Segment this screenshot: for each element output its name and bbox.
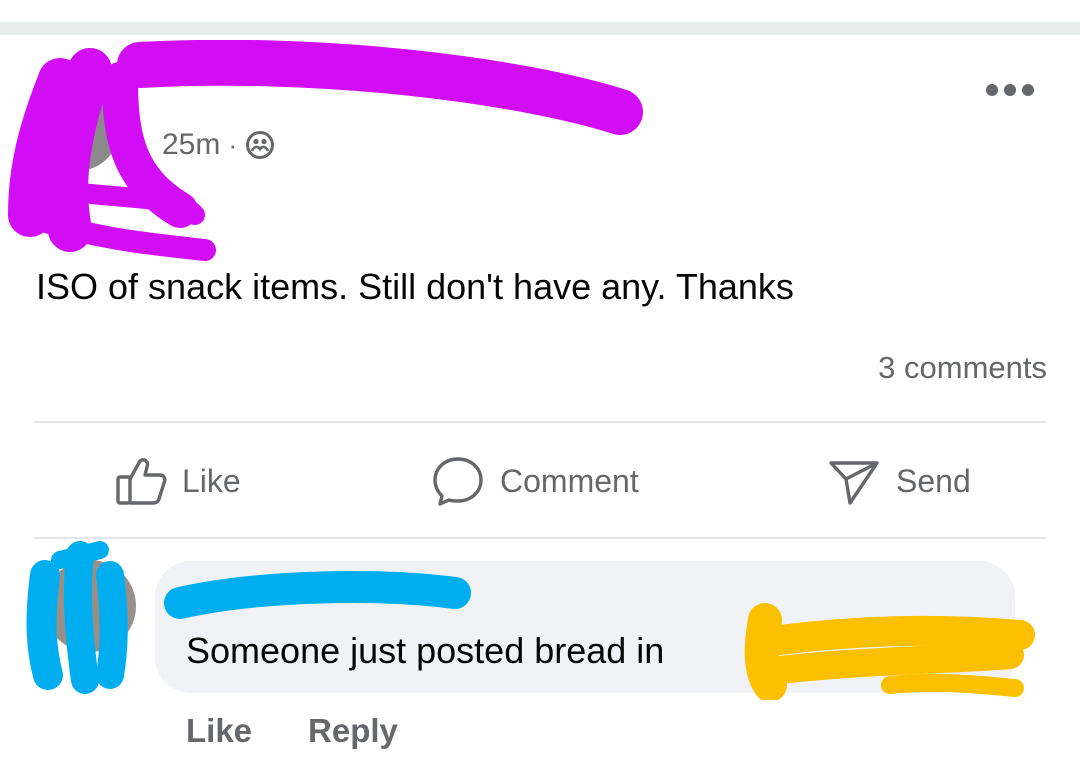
like-button[interactable]: Like (114, 455, 241, 507)
comment-button[interactable]: Comment (430, 455, 639, 507)
comment-text: Someone just posted bread in (186, 630, 665, 671)
actions-bottom-divider (33, 537, 1047, 539)
actions-top-divider (33, 421, 1047, 423)
comment-like-button[interactable]: Like (186, 712, 252, 750)
comment-actions: Like Reply (186, 712, 398, 750)
send-label: Send (896, 462, 971, 499)
thumbs-up-icon (116, 458, 167, 505)
like-label: Like (182, 462, 241, 499)
commenter-avatar-redaction (26, 541, 128, 694)
comment-reply-button[interactable]: Reply (308, 712, 398, 750)
author-name-redaction (8, 40, 643, 261)
post-meta: 25m · (162, 128, 275, 162)
top-divider-bar (0, 22, 1080, 35)
comments-count-link[interactable]: 3 comments (878, 350, 1047, 386)
comment-label: Comment (500, 462, 639, 499)
comment-location-redaction (744, 603, 1035, 700)
send-icon (829, 461, 879, 505)
more-options-button[interactable] (985, 70, 1035, 104)
meta-separator: · (228, 129, 238, 160)
post-time[interactable]: 25m (162, 128, 220, 162)
send-button[interactable]: Send (826, 455, 971, 507)
post-body-text: ISO of snack items. Still don't have any… (36, 266, 794, 307)
friends-icon[interactable] (245, 130, 275, 160)
comment-bubble-icon (433, 457, 483, 506)
more-horizontal-icon (986, 84, 1034, 96)
commenter-name-redaction (164, 571, 471, 619)
